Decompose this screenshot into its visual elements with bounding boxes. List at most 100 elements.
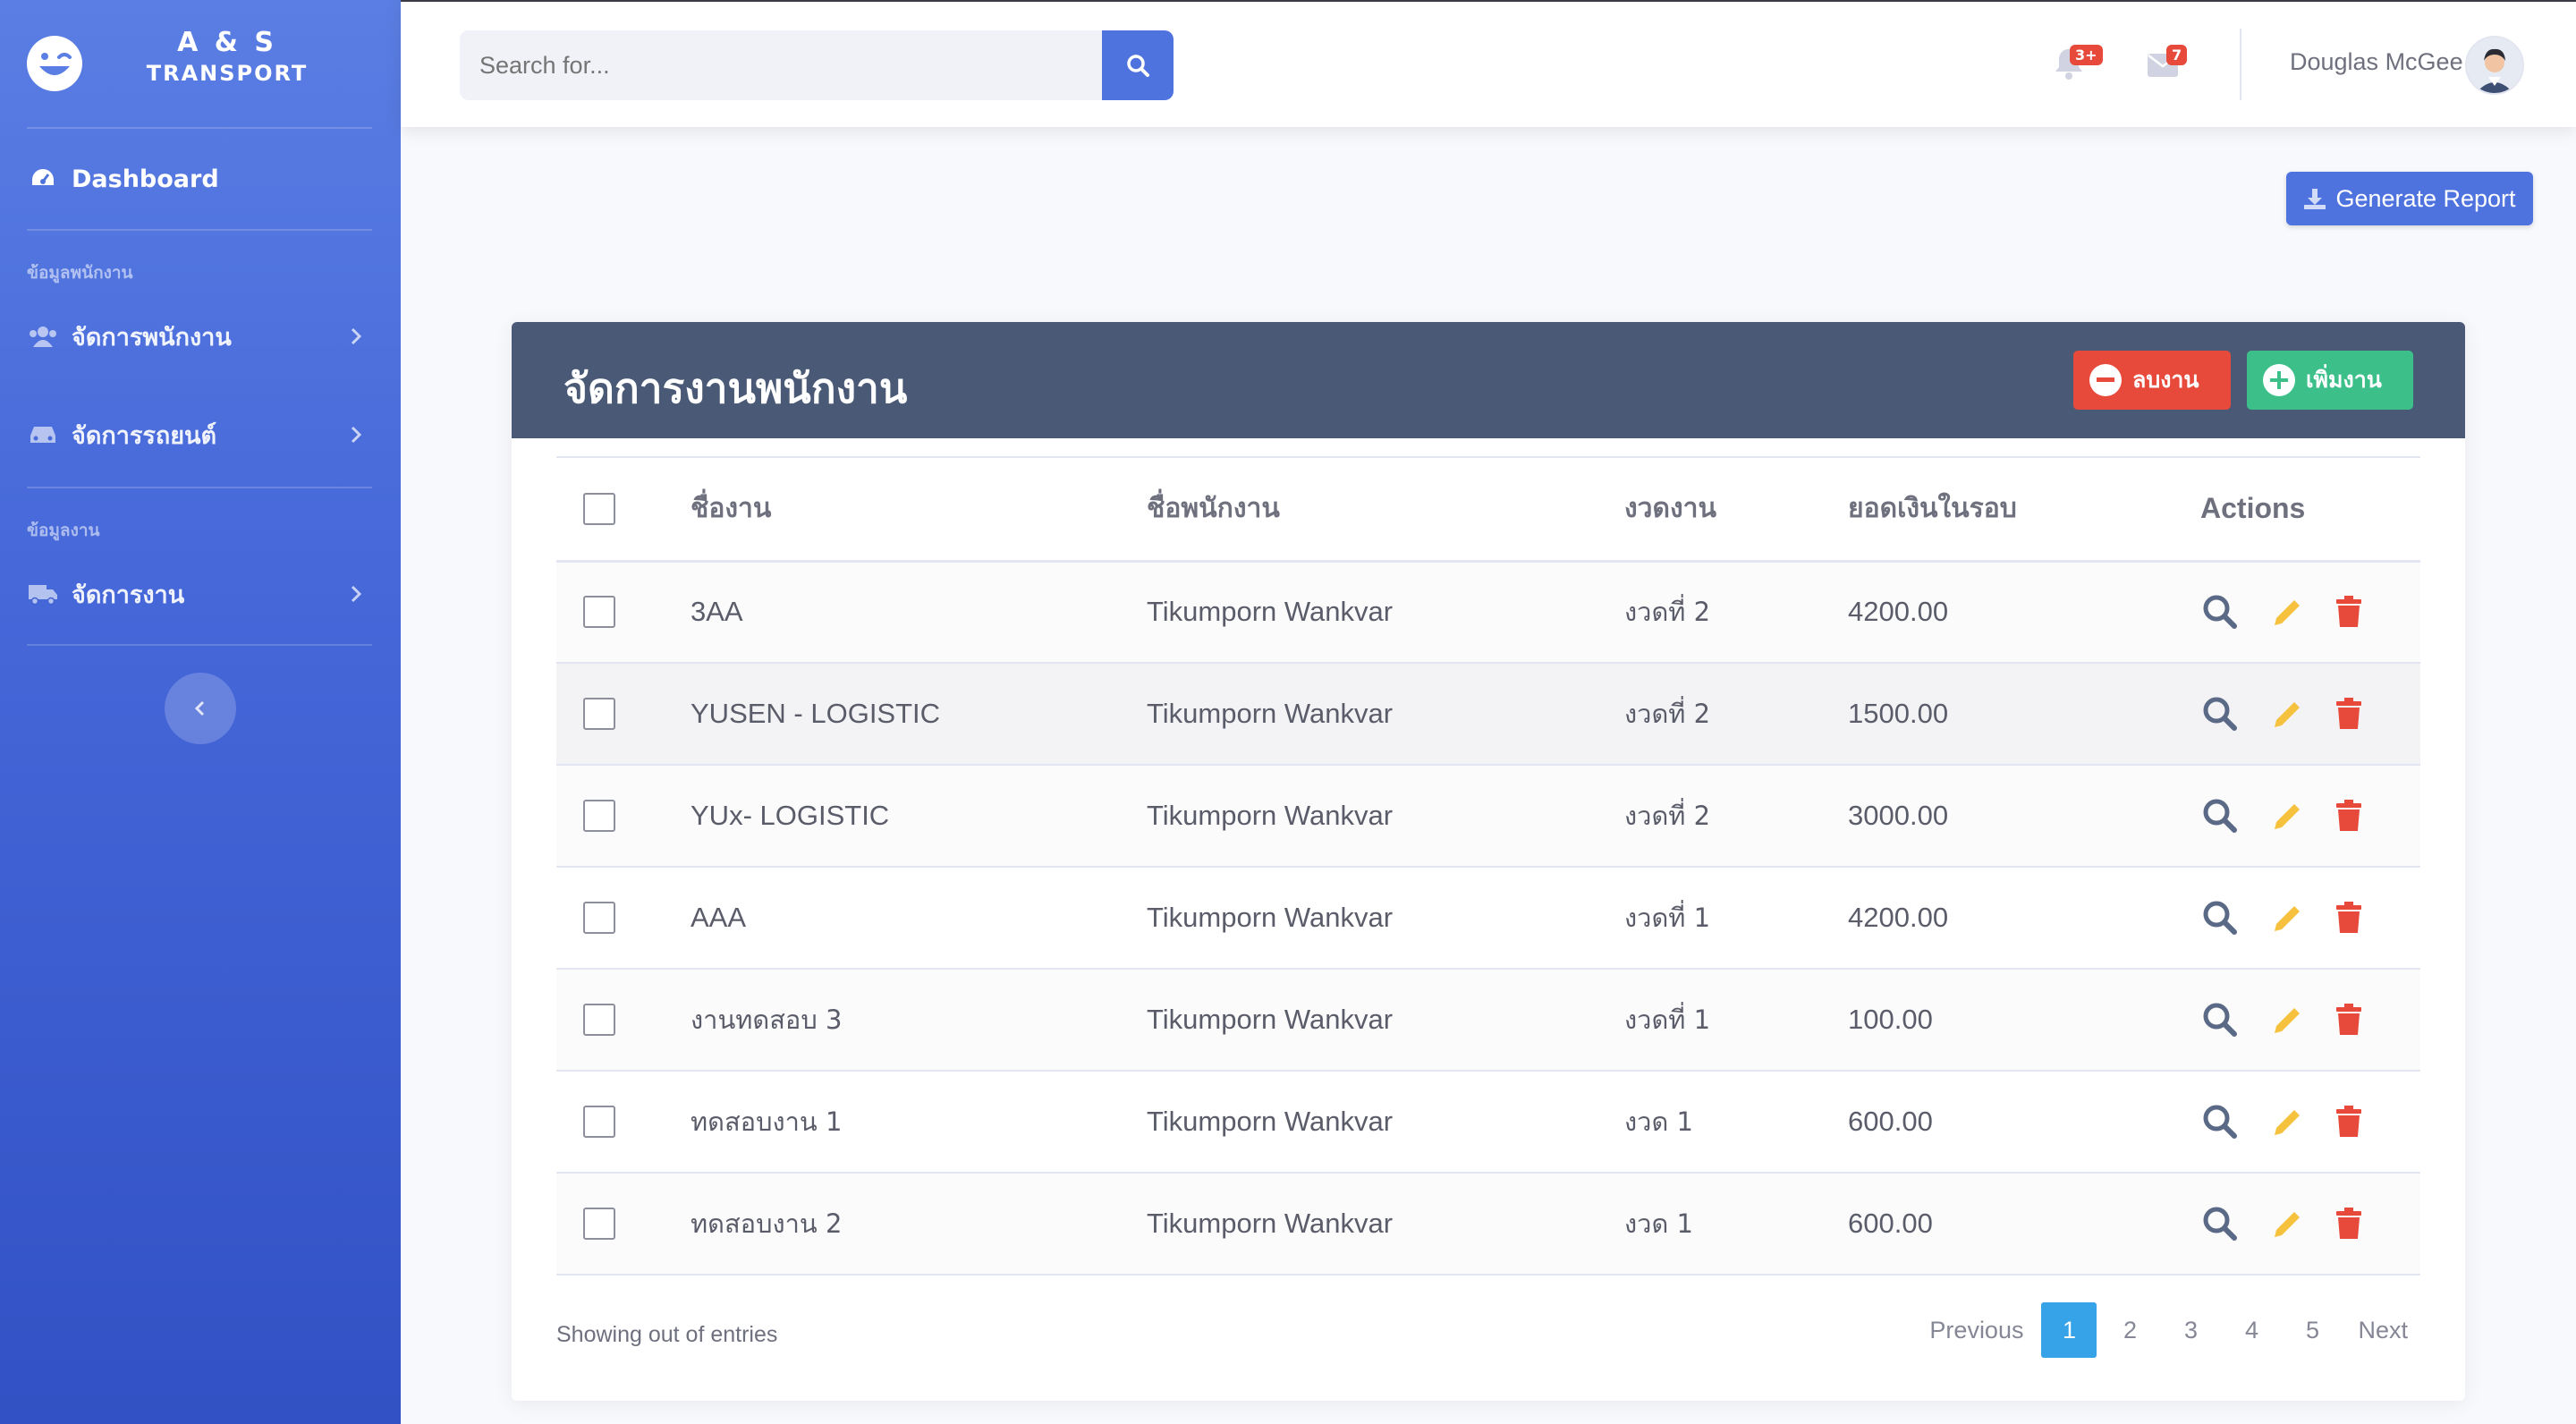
delete-work-button[interactable]: ลบงาน [2073, 351, 2231, 410]
employee-name-cell: Tikumporn Wankvar [1147, 902, 1394, 933]
table-row[interactable]: งานทดสอบ 3 Tikumporn Wankvar งวดที่ 1 100.0… [556, 969, 2420, 1071]
edit-button[interactable] [2271, 697, 2305, 731]
column-header[interactable]: ชื่องาน [691, 457, 1147, 561]
sidebar: A & S TRANSPORT Dashboard ข้อมูลพนักงาน … [0, 0, 401, 1424]
add-work-label: เพิ่มงาน [2306, 367, 2382, 393]
trash-icon [2336, 800, 2362, 831]
delete-button[interactable] [2335, 595, 2362, 629]
messages-button[interactable]: 7 [2147, 45, 2188, 82]
chevron-left-icon [194, 700, 205, 716]
pagination-previous[interactable]: Previous [1917, 1302, 2036, 1358]
work-management-card: จัดการงานพนักงาน ลบงาน เพิ่มงาน ชื่องาน … [512, 322, 2465, 1401]
view-button[interactable] [2200, 898, 2240, 937]
search-input[interactable] [460, 30, 1102, 100]
row-checkbox[interactable] [583, 698, 615, 730]
work-name-cell: ทดสอบงาน 1 [691, 1106, 843, 1137]
installment-cell: งวดที่ 2 [1624, 699, 1711, 729]
amount-cell: 4200.00 [1848, 902, 1949, 933]
work-name-cell: YUSEN - LOGISTIC [691, 698, 941, 729]
work-name-cell: งานทดสอบ 3 [691, 1004, 843, 1035]
entries-info: Showing out of entries [556, 1322, 778, 1347]
alerts-badge: 3+ [2070, 45, 2103, 66]
view-button[interactable] [2200, 1000, 2240, 1039]
delete-button[interactable] [2335, 1207, 2362, 1241]
view-button[interactable] [2200, 1204, 2240, 1243]
delete-button[interactable] [2335, 901, 2362, 935]
sidebar-divider [27, 127, 372, 129]
sidebar-item-manage-employee[interactable]: จัดการพนักงาน [27, 309, 372, 363]
employee-name-cell: Tikumporn Wankvar [1147, 698, 1394, 729]
employee-name-cell: Tikumporn Wankvar [1147, 1208, 1394, 1239]
plus-circle-icon [2263, 364, 2295, 396]
row-checkbox[interactable] [583, 1004, 615, 1036]
pagination-page[interactable]: 2 [2102, 1302, 2157, 1358]
row-checkbox[interactable] [583, 902, 615, 934]
table-row[interactable]: AAA Tikumporn Wankvar งวดที่ 1 4200.00 [556, 867, 2420, 969]
sidebar-item-manage-work[interactable]: จัดการงาน [27, 567, 372, 621]
trash-icon [2336, 698, 2362, 729]
table-row[interactable]: YUx- LOGISTIC Tikumporn Wankvar งวดที่ 2 30… [556, 765, 2420, 867]
pagination-page[interactable]: 5 [2284, 1302, 2340, 1358]
sidebar-item-label: จัดการรถยนต์ [72, 421, 217, 450]
sidebar-item-manage-vehicle[interactable]: จัดการรถยนต์ [27, 408, 372, 462]
column-header[interactable]: ชื่อพนักงาน [1147, 457, 1624, 561]
alerts-button[interactable]: 3+ [2054, 45, 2103, 82]
installment-cell: งวด 1 [1624, 1208, 1693, 1239]
sidebar-divider [27, 487, 372, 488]
download-icon [2304, 189, 2326, 209]
generate-report-button[interactable]: Generate Report [2286, 172, 2533, 225]
pagination-page[interactable]: 3 [2163, 1302, 2218, 1358]
search-icon [2203, 1105, 2237, 1139]
avatar[interactable] [2465, 36, 2524, 95]
edit-button[interactable] [2271, 1003, 2305, 1037]
sidebar-item-dashboard[interactable]: Dashboard [27, 152, 372, 206]
work-name-cell: 3AA [691, 596, 743, 628]
pencil-icon [2274, 804, 2300, 829]
sidebar-toggle-button[interactable] [165, 673, 236, 744]
table-row[interactable]: ทดสอบงาน 2 Tikumporn Wankvar งวด 1 600.00 [556, 1173, 2420, 1275]
column-header[interactable]: ยอดเงินในรอบ [1848, 457, 2200, 561]
installment-cell: งวด 1 [1624, 1106, 1693, 1137]
card-title: จัดการงานพนักงาน [564, 364, 908, 412]
view-button[interactable] [2200, 694, 2240, 733]
column-header[interactable]: งวดงาน [1624, 457, 1848, 561]
work-table: ชื่องาน ชื่อพนักงาน งวดงาน ยอดเงินในรอบ … [556, 456, 2420, 1276]
row-checkbox[interactable] [583, 800, 615, 832]
search-button[interactable] [1102, 30, 1174, 100]
sidebar-item-label: จัดการพนักงาน [72, 323, 232, 352]
table-row[interactable]: ทดสอบงาน 1 Tikumporn Wankvar งวด 1 600.00 [556, 1071, 2420, 1173]
search-icon [2203, 1003, 2237, 1037]
delete-button[interactable] [2335, 799, 2362, 833]
brand[interactable]: A & S TRANSPORT [0, 0, 401, 127]
view-button[interactable] [2200, 592, 2240, 631]
tachometer-icon [27, 163, 59, 195]
row-checkbox[interactable] [583, 1106, 615, 1138]
column-header: Actions [2200, 492, 2306, 525]
user-name[interactable]: Douglas McGee [2290, 48, 2463, 76]
row-checkbox[interactable] [583, 596, 615, 629]
edit-button[interactable] [2271, 1207, 2305, 1241]
select-all-checkbox[interactable] [583, 492, 615, 525]
topbar: 3+ 7 Douglas McGee [401, 0, 2576, 127]
table-row[interactable]: 3AA Tikumporn Wankvar งวดที่ 2 4200.00 [556, 561, 2420, 663]
amount-cell: 4200.00 [1848, 596, 1949, 628]
pagination-page[interactable]: 4 [2224, 1302, 2279, 1358]
pagination-next[interactable]: Next [2345, 1302, 2420, 1358]
table-row[interactable]: YUSEN - LOGISTIC Tikumporn Wankvar งวดที่ … [556, 663, 2420, 765]
search-bar [460, 30, 1174, 100]
row-checkbox[interactable] [583, 1208, 615, 1240]
edit-button[interactable] [2271, 595, 2305, 629]
edit-button[interactable] [2271, 901, 2305, 935]
view-button[interactable] [2200, 1102, 2240, 1141]
delete-button[interactable] [2335, 1003, 2362, 1037]
table-header-row: ชื่องาน ชื่อพนักงาน งวดงาน ยอดเงินในรอบ … [556, 457, 2420, 561]
view-button[interactable] [2200, 796, 2240, 835]
pagination-page[interactable]: 1 [2041, 1302, 2097, 1358]
edit-button[interactable] [2271, 1105, 2305, 1139]
delete-button[interactable] [2335, 697, 2362, 731]
edit-button[interactable] [2271, 799, 2305, 833]
chevron-right-icon [351, 327, 362, 345]
delete-button[interactable] [2335, 1105, 2362, 1139]
add-work-button[interactable]: เพิ่มงาน [2247, 351, 2413, 410]
pencil-icon [2274, 1110, 2300, 1135]
